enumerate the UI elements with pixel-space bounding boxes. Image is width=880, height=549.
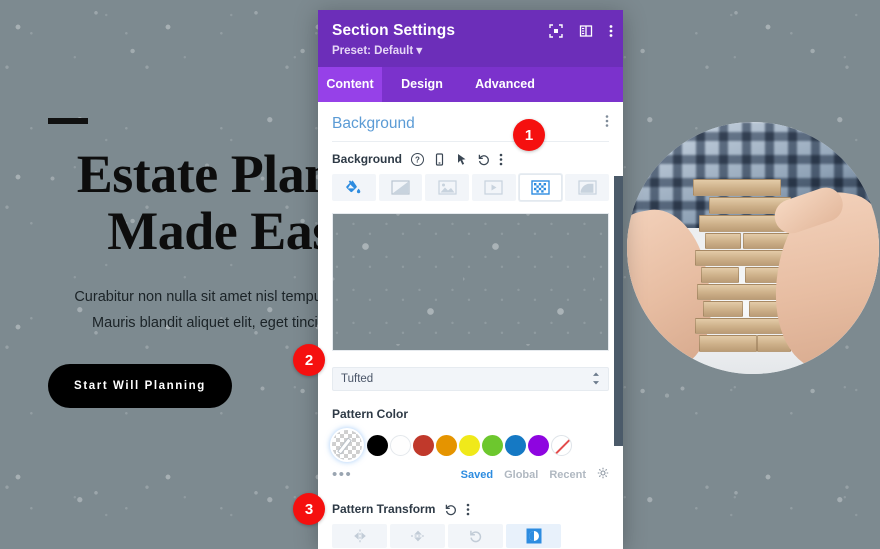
pattern-color-meta-row: ••• Saved Global Recent <box>332 466 609 484</box>
step-badge-2: 2 <box>293 344 325 376</box>
section-settings-modal: Section Settings Preset: Default ▾ Conte… <box>318 10 623 549</box>
swatch-green[interactable] <box>482 434 503 456</box>
background-type-tabs <box>332 174 610 201</box>
background-pattern-icon[interactable] <box>518 174 563 201</box>
reset-undo-icon[interactable] <box>477 153 490 166</box>
swatch-red[interactable] <box>413 434 434 456</box>
swatch-purple[interactable] <box>528 434 549 456</box>
responsive-device-icon[interactable] <box>433 152 446 166</box>
swatch-yellow[interactable] <box>459 434 480 456</box>
more-options-icon[interactable] <box>609 24 613 38</box>
color-link-recent[interactable]: Recent <box>549 469 586 481</box>
focus-target-icon[interactable] <box>549 24 563 38</box>
panel-scrollbar[interactable] <box>614 102 623 549</box>
background-video-icon[interactable] <box>472 174 516 201</box>
color-link-global[interactable]: Global <box>504 469 538 481</box>
pattern-color-label: Pattern Color <box>332 407 409 421</box>
section-title[interactable]: Background <box>332 115 415 133</box>
background-mask-icon[interactable] <box>565 174 610 201</box>
pattern-color-swatches <box>332 430 609 460</box>
tab-advanced[interactable]: Advanced <box>462 67 548 102</box>
swatch-orange[interactable] <box>436 434 457 456</box>
panel-scrollbar-thumb[interactable] <box>614 176 623 446</box>
more-options-icon[interactable] <box>605 114 609 133</box>
flip-horizontal-icon[interactable] <box>332 524 387 548</box>
modal-preset-label: Preset: Default <box>332 45 414 57</box>
select-arrows-icon <box>592 372 600 387</box>
background-section-header: Background <box>332 112 609 142</box>
pattern-transform-buttons <box>332 524 609 548</box>
tab-design[interactable]: Design <box>382 67 462 102</box>
gear-icon[interactable] <box>597 466 609 484</box>
custom-color-picker[interactable] <box>332 430 362 460</box>
modal-header-icons <box>549 24 613 38</box>
color-link-saved[interactable]: Saved <box>461 469 493 481</box>
pattern-transform-row: Pattern Transform <box>332 502 609 516</box>
step-badge-3: 3 <box>293 493 325 525</box>
modal-header: Section Settings Preset: Default ▾ <box>318 10 623 67</box>
pattern-select-value: Tufted <box>341 373 374 385</box>
swatch-white[interactable] <box>390 434 411 456</box>
settings-panel: Background Background ? Tufted Pattern C… <box>318 102 623 549</box>
more-options-icon[interactable] <box>499 153 503 166</box>
panel-layout-icon[interactable] <box>579 24 593 38</box>
flip-vertical-icon[interactable] <box>390 524 445 548</box>
hero-divider-rule <box>48 118 88 124</box>
reset-undo-icon[interactable] <box>444 503 457 516</box>
step-badge-1: 1 <box>513 119 545 151</box>
hover-cursor-icon[interactable] <box>455 153 468 166</box>
modal-preset-selector[interactable]: Preset: Default ▾ <box>332 43 609 57</box>
start-will-planning-button[interactable]: Start Will Planning <box>48 364 232 409</box>
svg-text:?: ? <box>415 155 420 164</box>
background-field-label: Background <box>332 152 403 166</box>
more-colors-icon[interactable]: ••• <box>332 467 352 482</box>
hero-photo <box>627 122 879 374</box>
hero-heading-line-2: Made Eas <box>107 200 333 261</box>
pattern-preview <box>332 213 609 351</box>
modal-tabs: Content Design Advanced <box>318 67 623 102</box>
color-source-links: Saved Global Recent <box>461 466 609 484</box>
pattern-select[interactable]: Tufted <box>332 367 609 391</box>
background-color-icon[interactable] <box>332 174 376 201</box>
more-options-icon[interactable] <box>466 503 470 516</box>
background-gradient-icon[interactable] <box>378 174 423 201</box>
pattern-transform-label: Pattern Transform <box>332 502 436 516</box>
tab-content[interactable]: Content <box>318 67 382 102</box>
help-icon[interactable]: ? <box>411 152 425 166</box>
rotate-icon[interactable] <box>448 524 503 548</box>
swatch-black[interactable] <box>367 434 388 456</box>
invert-icon[interactable] <box>506 524 561 548</box>
swatch-blue[interactable] <box>505 434 526 456</box>
background-image-icon[interactable] <box>425 174 470 201</box>
hero-body-line-2: Mauris blandit aliquet elit, eget tincid… <box>92 314 346 331</box>
swatch-none[interactable] <box>551 434 572 456</box>
background-field-row: Background ? <box>332 152 609 166</box>
screenshot-root: Estate Plann Made Eas Curabitur non null… <box>0 0 880 549</box>
